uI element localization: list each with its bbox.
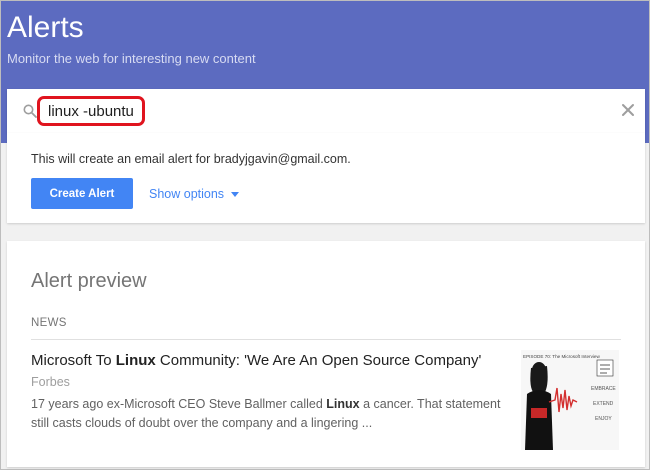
search-icon [23,104,37,118]
article-title-keyword: Linux [115,352,156,369]
thumbnail-caption: EPISODE 70: The Microsoft Interview [523,354,600,359]
article-title-end: Community: 'We Are An Open Source Compan… [155,352,482,369]
article-snippet-start: 17 years ago ex-Microsoft CEO Steve Ball… [31,397,327,411]
article-source: Forbes [31,375,70,389]
article-snippet: 17 years ago ex-Microsoft CEO Steve Ball… [31,395,501,433]
thumbnail-word-1: EMBRACE [591,386,616,392]
article-snippet-keyword: Linux [326,397,360,411]
close-icon[interactable] [621,103,635,117]
create-alert-card: This will create an email alert for brad… [7,133,645,223]
show-options-link[interactable]: Show options [149,187,240,201]
thumbnail-book [596,359,614,377]
create-alert-button[interactable]: Create Alert [31,178,133,209]
alert-email-info: This will create an email alert for brad… [31,152,351,166]
search-bar [7,89,645,133]
section-label-news: NEWS [31,317,67,329]
article-title-start: Microsoft To [31,352,116,369]
search-input[interactable] [37,96,145,126]
article-thumbnail[interactable]: EPISODE 70: The Microsoft Interview EMBR… [521,350,619,450]
divider [31,339,621,340]
thumbnail-person-body [525,390,553,450]
thumbnail-person-hair [530,366,548,392]
page-title: Alerts [7,11,84,44]
preview-title: Alert preview [31,270,147,292]
thumbnail-word-2: EXTEND [593,401,614,407]
alert-preview-card: Alert preview NEWS Microsoft To Linux Co… [7,241,645,467]
article-title-link[interactable]: Microsoft To Linux Community: 'We Are An… [31,352,501,369]
show-options-label: Show options [149,187,225,201]
page-subtitle: Monitor the web for interesting new cont… [7,51,256,66]
thumbnail-word-3: ENJOY [595,416,612,422]
caret-down-icon [231,191,240,197]
thumbnail-person-shirt [531,408,547,418]
